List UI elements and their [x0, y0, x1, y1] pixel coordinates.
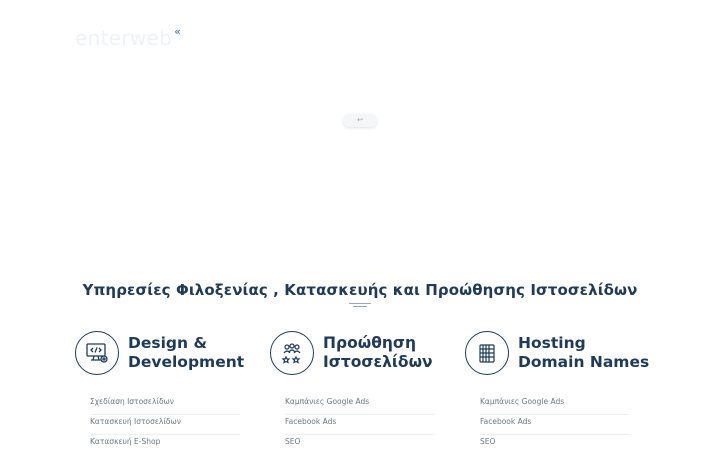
team-icon [270, 331, 314, 375]
list-item[interactable]: Κατασκευή Ιστοσελίδων [90, 415, 240, 435]
service-column-promotion: Προώθηση Ιστοσελίδων Καμπάνιες Google Ad… [270, 331, 465, 446]
section-headline: Υπηρεσίες Φιλοξενίας , Κατασκευής και Πρ… [82, 281, 638, 299]
list-item[interactable]: Facebook Ads [480, 415, 630, 435]
monitor-code-icon [75, 331, 119, 375]
service-column-design: Design & Development Σχεδίαση Ιστοσελίδω… [75, 331, 270, 446]
logo-text: enterweb [75, 26, 173, 50]
headline-divider [349, 303, 371, 308]
design-services-list: Σχεδίαση Ιστοσελίδων Κατασκευή Ιστοσελίδ… [90, 395, 240, 450]
promotion-title: Προώθηση Ιστοσελίδων [323, 334, 433, 371]
server-icon [465, 331, 509, 375]
menu-collapse-icon[interactable]: « [174, 26, 181, 38]
site-logo[interactable]: enterweb « [75, 26, 181, 51]
list-item[interactable]: Καμπάνιες Google Ads [480, 395, 630, 415]
list-item[interactable]: SEO [285, 435, 435, 450]
promotion-services-list: Καμπάνιες Google Ads Facebook Ads SEO [285, 395, 435, 450]
arrow-icon: ↩ [357, 116, 363, 124]
hosting-title: Hosting Domain Names [518, 334, 650, 371]
scroll-hint[interactable]: ↩ [343, 114, 377, 127]
list-item[interactable]: Facebook Ads [285, 415, 435, 435]
list-item[interactable]: SEO [480, 435, 630, 450]
list-item[interactable]: Κατασκευή E-Shop [90, 435, 240, 450]
list-item[interactable]: Σχεδίαση Ιστοσελίδων [90, 395, 240, 415]
service-column-hosting: Hosting Domain Names Καμπάνιες Google Ad… [465, 331, 660, 446]
hosting-services-list: Καμπάνιες Google Ads Facebook Ads SEO [480, 395, 630, 450]
design-development-title: Design & Development [128, 334, 245, 371]
list-item[interactable]: Καμπάνιες Google Ads [285, 395, 435, 415]
